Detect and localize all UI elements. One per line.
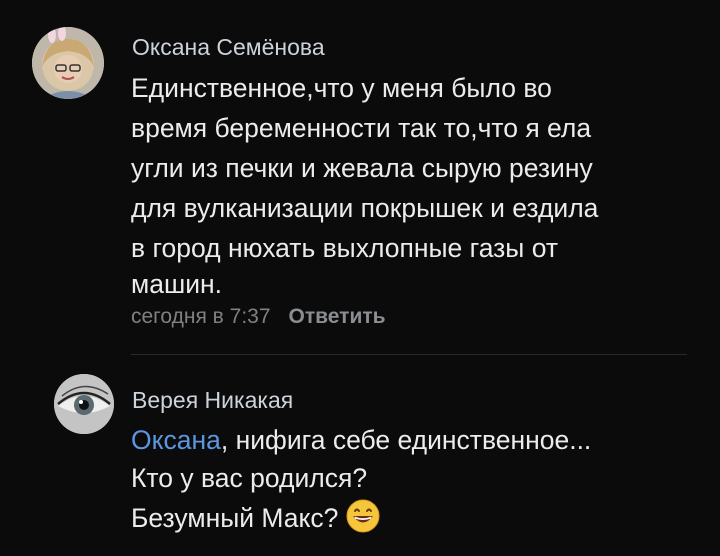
comment-text-line: в город нюхать выхлопные газы от [131, 233, 558, 263]
comment-text-fragment: Безумный Макс? [131, 503, 339, 533]
avatar-photo-icon [32, 27, 104, 99]
comment-divider [131, 354, 687, 355]
comment-text-line: время беременности так то,что я ела [131, 113, 592, 143]
comment-meta: сегодня в 7:37 Ответить [131, 305, 386, 329]
comment-text-line: Безумный Макс? [131, 498, 380, 544]
comment-text-line: для вулканизации покрышек и ездила [131, 193, 599, 223]
comment-author[interactable]: Оксана Семёнова [132, 34, 325, 61]
comment-text-fragment: , нифига себе единственное... [220, 425, 592, 455]
comment-text-line: Единственное,что у меня было во [131, 73, 552, 103]
avatar[interactable] [54, 374, 114, 434]
avatar-eye-icon [54, 374, 114, 434]
comment-text-line: машин. [131, 269, 223, 299]
comment-text-line: Оксана, нифига себе единственное... [131, 420, 591, 460]
comment-text-line: Кто у вас родился? [131, 463, 368, 493]
reply-button[interactable]: Ответить [289, 305, 386, 328]
avatar[interactable] [32, 27, 104, 99]
grinning-face-icon [346, 499, 380, 544]
comment-author[interactable]: Верея Никакая [132, 387, 293, 414]
mention-link[interactable]: Оксана [131, 425, 221, 455]
comment-text-line: угли из печки и жевала сырую резину [131, 153, 593, 183]
comment-timestamp: сегодня в 7:37 [131, 305, 271, 328]
